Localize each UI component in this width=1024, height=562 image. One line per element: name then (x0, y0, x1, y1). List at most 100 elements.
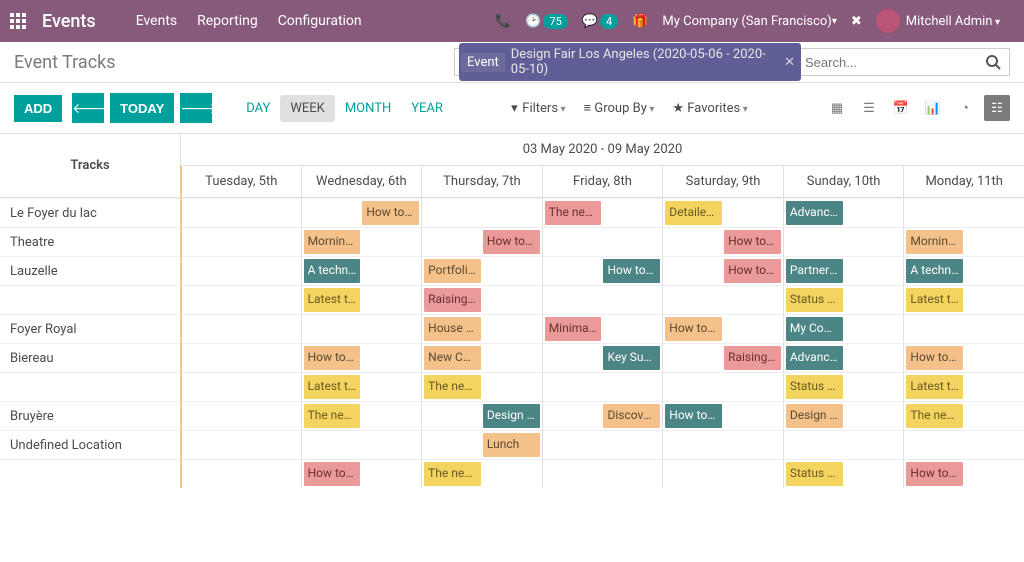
gantt-cell[interactable]: Morning … (903, 227, 1024, 256)
gantt-cell[interactable] (903, 314, 1024, 343)
gantt-cell[interactable] (180, 256, 301, 285)
gantt-cell[interactable]: How to b… (903, 343, 1024, 372)
gantt-cell[interactable]: Latest tre… (903, 285, 1024, 314)
event-pill[interactable]: How to b… (906, 346, 963, 370)
gantt-cell[interactable] (542, 227, 663, 256)
event-pill[interactable]: A technic… (304, 259, 361, 283)
view-calendar-icon[interactable]: 📅 (888, 95, 914, 121)
gantt-cell[interactable]: The new … (542, 198, 663, 227)
event-pill[interactable]: Advanced… (786, 201, 843, 225)
gantt-cell[interactable]: My Comp… (783, 314, 904, 343)
gantt-cell[interactable]: How to d… (903, 459, 1024, 488)
gantt-cell[interactable]: Morning … (301, 227, 422, 256)
gantt-cell[interactable]: Latest tre… (903, 372, 1024, 401)
gantt-cell[interactable]: How to d… (662, 227, 783, 256)
event-pill[interactable]: How to c… (603, 259, 660, 283)
user-menu[interactable]: Mitchell Admin (876, 9, 1000, 33)
gantt-cell[interactable] (662, 459, 783, 488)
gantt-cell[interactable]: How to c… (542, 256, 663, 285)
gantt-cell[interactable] (180, 227, 301, 256)
company-selector[interactable]: My Company (San Francisco) (662, 14, 836, 29)
gantt-cell[interactable]: The new … (421, 372, 542, 401)
gantt-cell[interactable] (783, 430, 904, 459)
gantt-cell[interactable] (542, 459, 663, 488)
chat-indicator[interactable]: 💬 4 (582, 14, 618, 29)
gantt-cell[interactable]: How to b… (301, 343, 422, 372)
event-pill[interactable]: Morning … (304, 230, 361, 254)
gantt-cell[interactable] (180, 401, 301, 430)
event-pill[interactable]: Lunch (483, 433, 540, 457)
event-pill[interactable]: House of … (424, 317, 481, 341)
phone-icon[interactable]: 📞 (495, 14, 511, 29)
filters-dropdown[interactable]: ▾ Filters (511, 101, 565, 116)
event-pill[interactable]: Latest tre… (906, 375, 963, 399)
event-pill[interactable]: Raising q… (724, 346, 781, 370)
event-pill[interactable]: The new … (545, 201, 602, 225)
event-pill[interactable]: Detailed r… (665, 201, 722, 225)
gantt-cell[interactable]: Latest tre… (301, 285, 422, 314)
gantt-cell[interactable]: The new … (903, 401, 1024, 430)
gantt-cell[interactable]: The new … (301, 401, 422, 430)
event-pill[interactable]: Latest tre… (304, 375, 361, 399)
event-pill[interactable]: How to d… (304, 462, 361, 486)
gift-icon[interactable]: 🎁 (632, 14, 648, 29)
search-bar[interactable]: Event Design Fair Los Angeles (2020-05-0… (454, 48, 1010, 76)
gantt-cell[interactable] (180, 372, 301, 401)
gantt-cell[interactable]: A technic… (301, 256, 422, 285)
gantt-cell[interactable]: Advanced… (783, 343, 904, 372)
gantt-cell[interactable]: Advanced… (783, 198, 904, 227)
apps-icon[interactable] (10, 13, 30, 29)
gantt-cell[interactable]: Lunch (421, 430, 542, 459)
app-brand[interactable]: Events (42, 11, 96, 32)
tab-week[interactable]: WEEK (280, 95, 334, 122)
gantt-cell[interactable]: House of … (421, 314, 542, 343)
gantt-cell[interactable] (542, 372, 663, 401)
gantt-cell[interactable] (542, 430, 663, 459)
debug-icon[interactable]: ✖ (851, 14, 862, 29)
gantt-cell[interactable]: How to fo… (662, 256, 783, 285)
view-graph-icon[interactable]: 📊 (920, 95, 946, 121)
gantt-cell[interactable] (180, 285, 301, 314)
gantt-cell[interactable] (180, 314, 301, 343)
event-pill[interactable]: How to d… (906, 462, 963, 486)
tab-year[interactable]: YEAR (401, 95, 453, 122)
view-activity-icon[interactable]: ◔ (952, 95, 978, 121)
tab-day[interactable]: DAY (236, 95, 280, 122)
event-pill[interactable]: Advanced… (786, 346, 843, 370)
gantt-cell[interactable]: Portfolio … (421, 256, 542, 285)
event-pill[interactable]: The new … (906, 404, 963, 428)
gantt-cell[interactable]: Raising q… (662, 343, 783, 372)
event-pill[interactable]: Design co… (786, 404, 843, 428)
prev-button[interactable]: 🡐 (72, 93, 104, 123)
event-pill[interactable]: A technic… (906, 259, 963, 283)
today-button[interactable]: TODAY (110, 93, 174, 123)
event-pill[interactable]: How to i… (665, 404, 722, 428)
gantt-cell[interactable] (903, 430, 1024, 459)
event-pill[interactable]: Status & … (786, 462, 843, 486)
gantt-cell[interactable] (421, 198, 542, 227)
event-pill[interactable]: Design co… (483, 404, 540, 428)
gantt-cell[interactable] (662, 285, 783, 314)
gantt-cell[interactable]: Latest tre… (301, 372, 422, 401)
event-pill[interactable]: Minimal b… (545, 317, 602, 341)
event-pill[interactable]: Portfolio … (424, 259, 481, 283)
add-button[interactable]: ADD (14, 95, 62, 122)
gantt-cell[interactable]: Partnersh… (783, 256, 904, 285)
nav-reporting[interactable]: Reporting (197, 13, 258, 29)
groupby-dropdown[interactable]: ≡ Group By (584, 100, 655, 116)
gantt-cell[interactable]: The new … (421, 459, 542, 488)
event-pill[interactable]: Partnersh… (786, 259, 843, 283)
search-icon[interactable] (981, 54, 1005, 70)
event-pill[interactable]: Morning … (906, 230, 963, 254)
event-pill[interactable]: How to b… (304, 346, 361, 370)
messages-indicator[interactable]: 🕑 75 (525, 14, 568, 29)
event-pill[interactable]: How to d… (724, 230, 781, 254)
gantt-cell[interactable]: Design co… (783, 401, 904, 430)
event-pill[interactable]: Status & … (786, 288, 843, 312)
view-kanban-icon[interactable]: ▦ (824, 95, 850, 121)
gantt-cell[interactable]: Raising q… (421, 285, 542, 314)
favorites-dropdown[interactable]: ★ Favorites (672, 101, 747, 116)
gantt-cell[interactable]: How to d… (421, 227, 542, 256)
gantt-cell[interactable] (301, 314, 422, 343)
view-list-icon[interactable]: ☰ (856, 95, 882, 121)
